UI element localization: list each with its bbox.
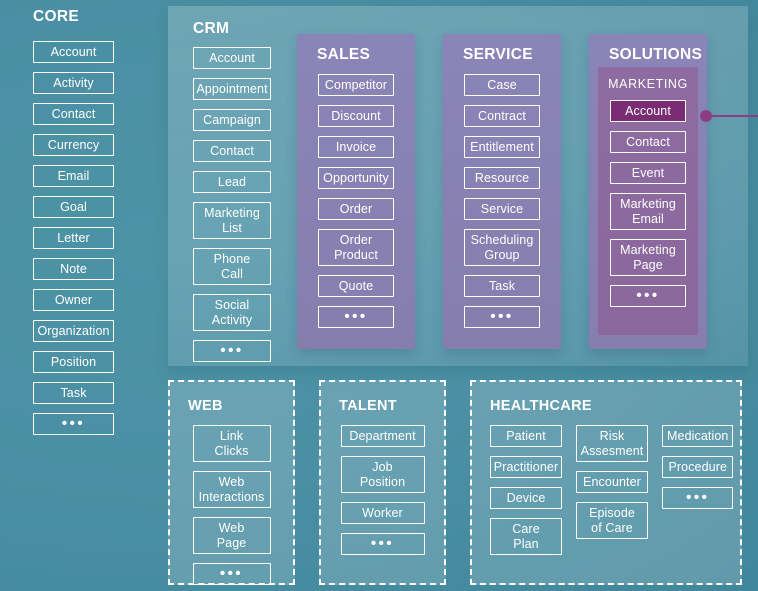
core-entity-list: Account Activity Contact Currency Email Goal L… xyxy=(33,41,114,444)
web-entity-list: Link Clicks Web Interactions Web Page ••• xyxy=(192,425,271,585)
core-item-account[interactable]: Account xyxy=(33,41,114,63)
talent-section: TALENT Department Job Position Worker ••• xyxy=(319,380,446,585)
service-item-contract[interactable]: Contract xyxy=(464,105,540,127)
sales-item-opportunity[interactable]: Opportunity xyxy=(318,167,394,189)
marketing-title: MARKETING xyxy=(608,77,688,91)
web-item-more[interactable]: ••• xyxy=(192,563,271,585)
healthcare-item-device[interactable]: Device xyxy=(490,487,562,509)
sales-entity-list: Competitor Discount Invoice Opportunity Orde… xyxy=(318,74,394,328)
talent-item-worker[interactable]: Worker xyxy=(340,502,425,524)
healthcare-item-practitioner[interactable]: Practitioner xyxy=(490,456,562,478)
healthcare-section: HEALTHCARE Patient Practitioner Device Care… xyxy=(470,380,742,585)
marketing-item-marketing-page[interactable]: Marketing Page xyxy=(610,239,686,276)
talent-item-department[interactable]: Department xyxy=(340,425,425,447)
crm-item-social-activity[interactable]: Social Activity xyxy=(193,294,271,331)
crm-item-contact[interactable]: Contact xyxy=(193,140,271,162)
solutions-title: SOLUTIONS xyxy=(609,46,703,63)
healthcare-title: HEALTHCARE xyxy=(490,398,592,414)
core-section: CORE Account Activity Contact Currency Email… xyxy=(0,0,160,591)
talent-item-more[interactable]: ••• xyxy=(340,533,425,555)
healthcare-item-more[interactable]: ••• xyxy=(662,487,734,509)
core-item-position[interactable]: Position xyxy=(33,351,114,373)
healthcare-item-encounter[interactable]: Encounter xyxy=(576,471,648,493)
connector-line xyxy=(708,115,758,117)
crm-item-more[interactable]: ••• xyxy=(193,340,271,362)
service-section: SERVICE Case Contract Entitlement Resource S… xyxy=(443,34,561,349)
healthcare-columns: Patient Practitioner Device Care Plan Risk As… xyxy=(472,425,740,564)
marketing-entity-list: Account Contact Event Marketing Email Marketi… xyxy=(610,100,686,307)
service-item-case[interactable]: Case xyxy=(464,74,540,96)
crm-item-lead[interactable]: Lead xyxy=(193,171,271,193)
sales-item-competitor[interactable]: Competitor xyxy=(318,74,394,96)
healthcare-column-1: Patient Practitioner Device Care Plan xyxy=(490,425,562,564)
service-item-entitlement[interactable]: Entitlement xyxy=(464,136,540,158)
web-item-web-page[interactable]: Web Page xyxy=(192,517,271,554)
core-item-email[interactable]: Email xyxy=(33,165,114,187)
crm-item-phone-call[interactable]: Phone Call xyxy=(193,248,271,285)
web-item-web-interactions[interactable]: Web Interactions xyxy=(192,471,271,508)
core-item-note[interactable]: Note xyxy=(33,258,114,280)
crm-entity-list: Account Appointment Campaign Contact Lead Mar… xyxy=(193,47,291,362)
core-title: CORE xyxy=(33,8,79,25)
healthcare-item-care-plan[interactable]: Care Plan xyxy=(490,518,562,555)
healthcare-item-procedure[interactable]: Procedure xyxy=(662,456,734,478)
core-item-task[interactable]: Task xyxy=(33,382,114,404)
marketing-item-marketing-email[interactable]: Marketing Email xyxy=(610,193,686,230)
crm-item-account[interactable]: Account xyxy=(193,47,271,69)
talent-item-job-position[interactable]: Job Position xyxy=(340,456,425,493)
core-item-goal[interactable]: Goal xyxy=(33,196,114,218)
sales-section: SALES Competitor Discount Invoice Opportuni… xyxy=(297,34,415,349)
sales-item-invoice[interactable]: Invoice xyxy=(318,136,394,158)
healthcare-item-risk-assesment[interactable]: Risk Assesment xyxy=(576,425,648,462)
core-item-currency[interactable]: Currency xyxy=(33,134,114,156)
healthcare-item-episode-of-care[interactable]: Episode of Care xyxy=(576,502,648,539)
marketing-item-account[interactable]: Account xyxy=(610,100,686,122)
crm-item-appointment[interactable]: Appointment xyxy=(193,78,271,100)
healthcare-column-3: Medication Procedure ••• xyxy=(662,425,734,564)
healthcare-column-2: Risk Assesment Encounter Episode of Care xyxy=(576,425,648,564)
service-item-resource[interactable]: Resource xyxy=(464,167,540,189)
sales-item-quote[interactable]: Quote xyxy=(318,275,394,297)
sales-title: SALES xyxy=(317,46,371,63)
crm-section: CRM Account Appointment Campaign Contact Lea… xyxy=(193,20,291,371)
core-item-owner[interactable]: Owner xyxy=(33,289,114,311)
healthcare-item-medication[interactable]: Medication xyxy=(662,425,734,447)
core-item-more[interactable]: ••• xyxy=(33,413,114,435)
sales-item-more[interactable]: ••• xyxy=(318,306,394,328)
crm-container-panel: CRM Account Appointment Campaign Contact Lea… xyxy=(168,6,748,366)
diagram-canvas: CORE Account Activity Contact Currency Email… xyxy=(0,0,758,591)
sales-item-order-product[interactable]: Order Product xyxy=(318,229,394,266)
talent-entity-list: Department Job Position Worker ••• xyxy=(340,425,425,555)
solutions-section: SOLUTIONS MARKETING Account Contact Event M… xyxy=(589,34,707,349)
crm-item-campaign[interactable]: Campaign xyxy=(193,109,271,131)
crm-item-marketing-list[interactable]: Marketing List xyxy=(193,202,271,239)
service-item-scheduling-group[interactable]: Scheduling Group xyxy=(464,229,540,266)
marketing-item-more[interactable]: ••• xyxy=(610,285,686,307)
core-item-letter[interactable]: Letter xyxy=(33,227,114,249)
service-title: SERVICE xyxy=(463,46,533,63)
core-item-organization[interactable]: Organization xyxy=(33,320,114,342)
core-item-activity[interactable]: Activity xyxy=(33,72,114,94)
marketing-item-event[interactable]: Event xyxy=(610,162,686,184)
service-entity-list: Case Contract Entitlement Resource Service Sc… xyxy=(464,74,540,328)
sales-item-order[interactable]: Order xyxy=(318,198,394,220)
core-item-contact[interactable]: Contact xyxy=(33,103,114,125)
sales-item-discount[interactable]: Discount xyxy=(318,105,394,127)
web-item-link-clicks[interactable]: Link Clicks xyxy=(192,425,271,462)
web-title: WEB xyxy=(188,398,223,414)
account-connector xyxy=(700,110,758,122)
marketing-item-contact[interactable]: Contact xyxy=(610,131,686,153)
service-item-more[interactable]: ••• xyxy=(464,306,540,328)
service-item-service[interactable]: Service xyxy=(464,198,540,220)
service-item-task[interactable]: Task xyxy=(464,275,540,297)
healthcare-item-patient[interactable]: Patient xyxy=(490,425,562,447)
talent-title: TALENT xyxy=(339,398,397,414)
crm-title: CRM xyxy=(193,20,230,37)
marketing-subsection: MARKETING Account Contact Event Marketing Em… xyxy=(598,67,698,335)
web-section: WEB Link Clicks Web Interactions Web Page ••• xyxy=(168,380,295,585)
